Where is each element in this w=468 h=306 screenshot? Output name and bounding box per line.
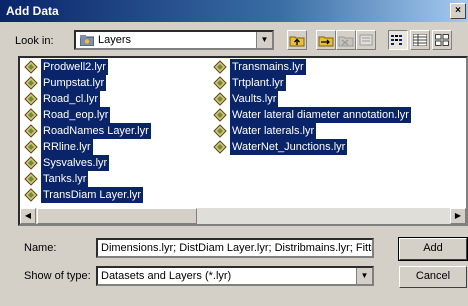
connect-folder-icon: [318, 36, 334, 47]
file-list-item[interactable]: WaterNet_Junctions.lyr: [213, 139, 411, 155]
properties-icon: [359, 34, 373, 46]
file-list-item[interactable]: Sysvalves.lyr: [24, 155, 151, 171]
layer-file-icon: [24, 188, 38, 202]
look-in-dropdown[interactable]: Layers ▼: [74, 30, 274, 50]
file-name: TransDiam Layer.lyr: [41, 187, 144, 203]
layer-file-icon: [24, 108, 38, 122]
layer-file-icon: [24, 140, 38, 154]
add-button[interactable]: Add: [398, 237, 468, 261]
file-name: Prodwell2.lyr: [41, 59, 108, 75]
file-name: Sysvalves.lyr: [41, 155, 110, 171]
connect-folder-button[interactable]: [316, 30, 336, 50]
scroll-right-button[interactable]: ▶: [450, 208, 466, 224]
file-name: WaterNet_Junctions.lyr: [230, 139, 348, 155]
name-label: Name:: [24, 242, 57, 254]
file-name: Vaults.lyr: [230, 91, 279, 107]
file-name: Water laterals.lyr: [230, 123, 317, 139]
file-list-item[interactable]: Trtplant.lyr: [213, 75, 411, 91]
file-list-column-2: Transmains.lyr Trtplant.lyr Vaults.lyr Wate…: [213, 59, 411, 155]
file-list-item[interactable]: Road_eop.lyr: [24, 107, 151, 123]
list-view-button[interactable]: [388, 30, 408, 50]
thumbnail-view-icon: [435, 34, 449, 46]
dialog-titlebar: Add Data ×: [0, 0, 468, 22]
up-folder-button[interactable]: [287, 30, 307, 50]
disconnect-folder-button[interactable]: [336, 30, 356, 50]
file-name: Road_cl.lyr: [41, 91, 101, 107]
file-list-item[interactable]: Water lateral diameter annotation.lyr: [213, 107, 411, 123]
show-of-type-label: Show of type:: [24, 270, 91, 282]
scroll-left-button[interactable]: ◀: [20, 208, 36, 224]
file-list-item[interactable]: Pumpstat.lyr: [24, 75, 151, 91]
file-name: Tanks.lyr: [41, 171, 89, 187]
scroll-thumb[interactable]: [37, 208, 197, 224]
properties-button[interactable]: [356, 30, 376, 50]
file-list-item[interactable]: Water laterals.lyr: [213, 123, 411, 139]
details-view-button[interactable]: [410, 30, 430, 50]
cancel-button[interactable]: Cancel: [399, 266, 467, 288]
file-list-item[interactable]: TransDiam Layer.lyr: [24, 187, 151, 203]
file-list-item[interactable]: Road_cl.lyr: [24, 91, 151, 107]
layer-file-icon: [24, 92, 38, 106]
show-of-type-dropdown[interactable]: Datasets and Layers (*.lyr) ▼: [96, 266, 374, 286]
file-list-item[interactable]: RRline.lyr: [24, 139, 151, 155]
file-list[interactable]: Prodwell2.lyr Pumpstat.lyr Road_cl.lyr Road…: [18, 56, 468, 226]
layer-file-icon: [24, 124, 38, 138]
look-in-label: Look in:: [15, 35, 54, 47]
layer-file-icon: [24, 156, 38, 170]
show-of-type-value: Datasets and Layers (*.lyr): [101, 270, 232, 282]
layer-file-icon: [24, 172, 38, 186]
file-list-column-1: Prodwell2.lyr Pumpstat.lyr Road_cl.lyr Road…: [24, 59, 151, 203]
up-folder-icon: [289, 36, 305, 47]
folder-icon: [80, 35, 94, 46]
dialog-title: Add Data: [6, 4, 59, 18]
file-list-item[interactable]: Vaults.lyr: [213, 91, 411, 107]
chevron-down-icon[interactable]: ▼: [356, 268, 372, 284]
horizontal-scrollbar[interactable]: ◀ ▶: [20, 208, 466, 224]
details-view-icon: [412, 33, 428, 47]
file-list-item[interactable]: Tanks.lyr: [24, 171, 151, 187]
file-name: Road_eop.lyr: [41, 107, 111, 123]
layer-file-icon: [213, 76, 227, 90]
layer-file-icon: [24, 60, 38, 74]
file-list-item[interactable]: RoadNames Layer.lyr: [24, 123, 151, 139]
list-view-icon: [391, 35, 402, 45]
file-name: RoadNames Layer.lyr: [41, 123, 151, 139]
layer-file-icon: [24, 76, 38, 90]
file-list-item[interactable]: Transmains.lyr: [213, 59, 411, 75]
file-name: Transmains.lyr: [230, 59, 306, 75]
layer-file-icon: [213, 124, 227, 138]
chevron-down-icon[interactable]: ▼: [256, 32, 272, 48]
thumbnail-view-button[interactable]: [432, 30, 452, 50]
name-field[interactable]: Dimensions.lyr; DistDiam Layer.lyr; Dist…: [96, 238, 374, 258]
file-list-item[interactable]: Prodwell2.lyr: [24, 59, 151, 75]
file-name: RRline.lyr: [41, 139, 93, 155]
look-in-value: Layers: [98, 34, 132, 46]
file-name: Trtplant.lyr: [230, 75, 286, 91]
disconnect-folder-icon: [338, 36, 354, 47]
layer-file-icon: [213, 60, 227, 74]
close-button[interactable]: ×: [450, 3, 466, 19]
layer-file-icon: [213, 108, 227, 122]
file-name: Pumpstat.lyr: [41, 75, 107, 91]
file-name: Water lateral diameter annotation.lyr: [230, 107, 411, 123]
layer-file-icon: [213, 140, 227, 154]
layer-file-icon: [213, 92, 227, 106]
